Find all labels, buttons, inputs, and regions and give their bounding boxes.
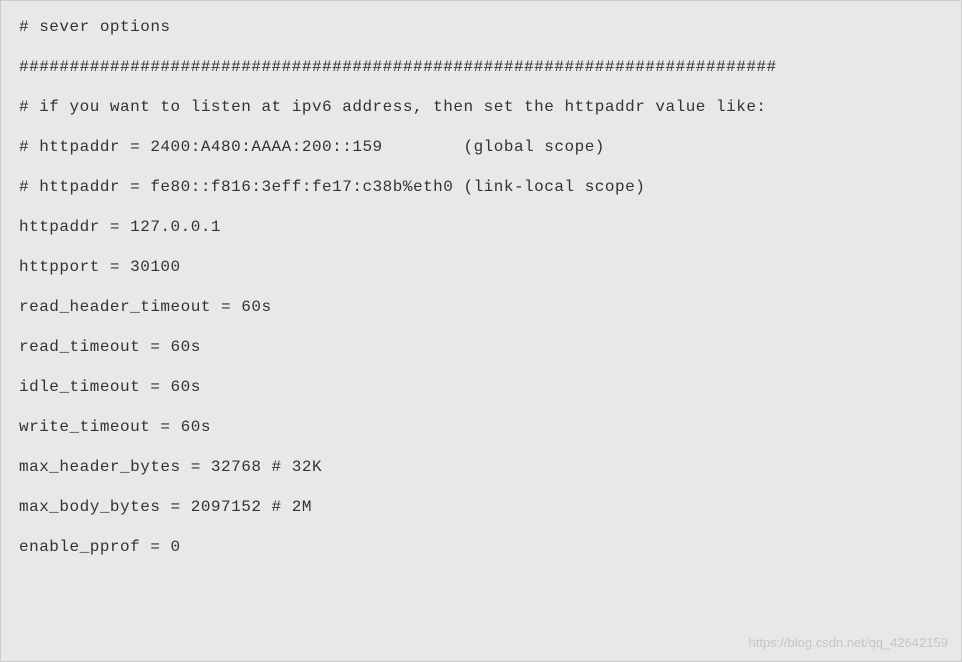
code-line: ########################################… [19, 55, 943, 79]
code-line: # httpaddr = 2400:A480:AAAA:200::159 (gl… [19, 135, 943, 159]
code-line: httpaddr = 127.0.0.1 [19, 215, 943, 239]
code-line: read_timeout = 60s [19, 335, 943, 359]
code-line: write_timeout = 60s [19, 415, 943, 439]
code-line: # httpaddr = fe80::f816:3eff:fe17:c38b%e… [19, 175, 943, 199]
code-line: read_header_timeout = 60s [19, 295, 943, 319]
code-line: httpport = 30100 [19, 255, 943, 279]
code-line: max_body_bytes = 2097152 # 2M [19, 495, 943, 519]
code-line: idle_timeout = 60s [19, 375, 943, 399]
config-code-block: # sever options ########################… [0, 0, 962, 662]
watermark-text: https://blog.csdn.net/qq_42642159 [749, 635, 949, 650]
code-line: # sever options [19, 15, 943, 39]
code-line: enable_pprof = 0 [19, 535, 943, 559]
code-line: max_header_bytes = 32768 # 32K [19, 455, 943, 479]
code-line: # if you want to listen at ipv6 address,… [19, 95, 943, 119]
